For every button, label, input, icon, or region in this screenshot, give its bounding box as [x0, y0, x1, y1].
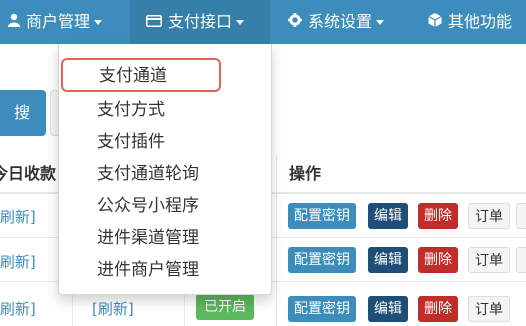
config-key-button[interactable]: 配置密钥 [288, 296, 356, 322]
header-today-income: 今日收款 [0, 164, 57, 183]
payment-interface-dropdown: 支付通道 支付方式 支付插件 支付通道轮询 公众号小程序 进件渠道管理 进件商户… [58, 44, 272, 295]
nav-label: 系统设置 [308, 12, 373, 31]
order-button[interactable]: 订单 [468, 296, 510, 322]
menu-item-channel-polling[interactable]: 支付通道轮询 [59, 158, 271, 190]
chevron-down-icon [94, 20, 103, 25]
nav-label: 其他功能 [448, 12, 513, 31]
chevron-down-icon [236, 20, 245, 25]
status-badge[interactable]: 已开启 [196, 294, 254, 320]
config-key-button[interactable]: 配置密钥 [288, 247, 356, 273]
nav-label: 商户管理 [26, 12, 91, 31]
nav-merchant-management[interactable]: 商户管理 [8, 0, 128, 44]
refresh-link[interactable]: [刷新] [92, 298, 134, 319]
order-button[interactable]: 订单 [468, 247, 510, 273]
menu-item-payment-plugin[interactable]: 支付插件 [59, 126, 271, 158]
card-icon [146, 0, 162, 44]
search-button[interactable]: 搜索 [0, 90, 46, 168]
user-icon [8, 0, 20, 44]
gear-icon [288, 0, 302, 44]
nav-label: 支付接口 [168, 12, 233, 31]
header-actions: 操作 [289, 164, 322, 183]
menu-item-payment-channel[interactable]: 支付通道 [61, 58, 221, 92]
edit-button[interactable]: 编辑 [368, 296, 408, 322]
menu-item-payment-method[interactable]: 支付方式 [59, 94, 271, 126]
order-button[interactable]: 订单 [468, 203, 510, 229]
refresh-link[interactable]: [刷新] [0, 206, 36, 227]
chevron-down-icon [376, 20, 385, 25]
more-button[interactable] [516, 203, 526, 229]
menu-item-onboarding-channel[interactable]: 进件渠道管理 [59, 222, 271, 254]
top-navbar: 商户管理 支付接口 系统设置 其他功能 [0, 0, 526, 44]
edit-button[interactable]: 编辑 [368, 247, 408, 273]
delete-button[interactable]: 删除 [418, 247, 458, 273]
cube-icon [428, 0, 442, 44]
delete-button[interactable]: 删除 [418, 296, 458, 322]
config-key-button[interactable]: 配置密钥 [288, 203, 356, 229]
nav-system-settings[interactable]: 系统设置 [288, 0, 385, 44]
nav-payment-interface[interactable]: 支付接口 [130, 0, 270, 44]
refresh-link[interactable]: [刷新] [0, 251, 36, 272]
delete-button[interactable]: 删除 [418, 203, 458, 229]
nav-other-functions[interactable]: 其他功能 [428, 0, 512, 44]
refresh-link[interactable]: [刷新] [0, 298, 36, 319]
menu-item-official-account-miniprogram[interactable]: 公众号小程序 [59, 190, 271, 222]
menu-item-onboarding-merchant[interactable]: 进件商户管理 [59, 254, 271, 286]
more-button[interactable] [516, 247, 526, 273]
edit-button[interactable]: 编辑 [368, 203, 408, 229]
